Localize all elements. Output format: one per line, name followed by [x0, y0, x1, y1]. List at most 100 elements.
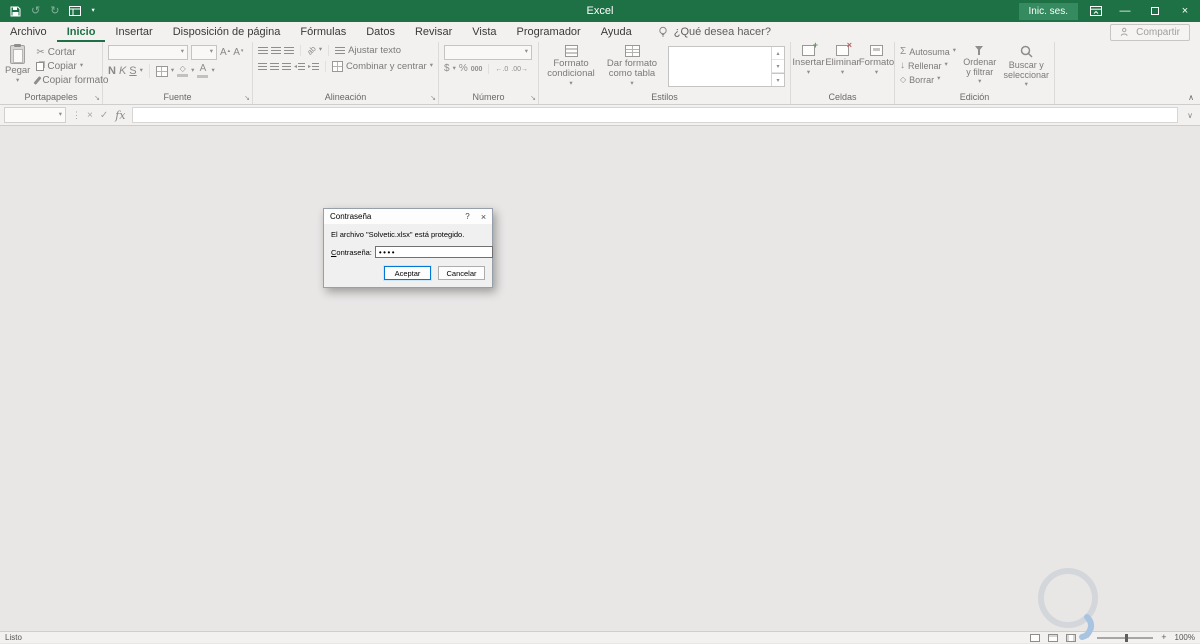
alignment-dialog-launcher-icon[interactable]: ↘ [430, 95, 436, 102]
share-button[interactable]: Compartir [1110, 23, 1190, 41]
align-top-icon[interactable] [258, 47, 268, 54]
dropdown-icon: ▾ [937, 75, 941, 83]
format-cells-button[interactable]: Formato ▾ [859, 45, 894, 90]
font-name-select[interactable]: ▾ [108, 45, 188, 60]
customize-quick-access-icon[interactable]: ▾ [91, 7, 94, 15]
fill-button[interactable]: ↓ Rellenar ▾ [900, 59, 956, 72]
dropdown-icon: ▾ [840, 69, 845, 76]
number-dialog-launcher-icon[interactable]: ↘ [530, 95, 536, 102]
font-dialog-launcher-icon[interactable]: ↘ [244, 95, 250, 102]
ribbon-display-options-icon[interactable] [1090, 6, 1102, 16]
tab-vista[interactable]: Vista [462, 22, 506, 42]
share-label: Compartir [1136, 26, 1180, 38]
maximize-button[interactable] [1140, 0, 1170, 22]
accept-button[interactable]: Aceptar [384, 266, 431, 280]
currency-icon[interactable]: $ [444, 64, 450, 74]
formula-input[interactable] [131, 107, 1179, 123]
password-input[interactable] [374, 246, 493, 258]
decrease-indent-icon[interactable]: ◂ [294, 63, 306, 70]
increase-decimal-icon[interactable]: ←.0 [495, 66, 508, 73]
orientation-icon[interactable]: ab [305, 44, 318, 57]
clipboard-dialog-launcher-icon[interactable]: ↘ [94, 95, 100, 102]
autosum-button[interactable]: Σ Autosuma ▾ [900, 45, 956, 58]
cells-group-label: Celdas [828, 92, 857, 102]
decrease-decimal-icon[interactable]: .00→ [511, 66, 528, 73]
increase-font-size-button[interactable]: A ▴ [220, 47, 230, 58]
tab-ayuda[interactable]: Ayuda [591, 22, 642, 42]
italic-button[interactable]: K [119, 65, 126, 77]
align-middle-icon[interactable] [271, 47, 281, 54]
cut-button[interactable]: ✂ Cortar [36, 46, 108, 59]
insert-label: Insertar [792, 57, 825, 68]
undo-icon[interactable]: ↺ [31, 5, 40, 17]
tab-datos[interactable]: Datos [356, 22, 405, 42]
font-group: ▾ ▾ A ▴ A ▾ N K S ▾ ▾ ◇ ▾ A ▾ Fuente ↘ [103, 42, 253, 104]
align-left-icon[interactable] [258, 63, 267, 70]
sign-in-button[interactable]: Inic. ses. [1018, 2, 1078, 20]
cancel-formula-icon[interactable]: × [87, 110, 93, 121]
find-select-button[interactable]: Buscar y seleccionar ▾ [1003, 45, 1049, 90]
dialog-help-button[interactable]: ? [460, 212, 475, 221]
gallery-up-icon[interactable]: ▴ [772, 47, 784, 60]
align-center-icon[interactable] [270, 63, 279, 70]
zoom-in-button[interactable]: + [1161, 633, 1166, 642]
collapse-ribbon-icon[interactable]: ∧ [1188, 93, 1194, 102]
align-bottom-icon[interactable] [284, 47, 294, 54]
gallery-more-icon[interactable]: ▾ [772, 73, 784, 86]
minimize-button[interactable]: — [1110, 0, 1140, 22]
decrease-font-size-button[interactable]: A ▾ [233, 47, 243, 58]
tab-inicio[interactable]: Inicio [57, 22, 106, 42]
tab-formulas[interactable]: Fórmulas [290, 22, 356, 42]
merge-center-button[interactable]: Combinar y centrar [346, 61, 427, 72]
insert-cells-button[interactable]: Insertar ▾ [792, 40, 825, 90]
enter-formula-icon[interactable]: ✓ [100, 110, 108, 121]
workbook-icon[interactable] [69, 6, 82, 16]
comma-style-icon[interactable]: 000 [471, 66, 483, 73]
tab-programador[interactable]: Programador [507, 22, 591, 42]
delete-cells-button[interactable]: Eliminar ▾ [825, 40, 860, 90]
wrap-text-button[interactable]: Ajustar texto [348, 45, 401, 56]
zoom-slider[interactable] [1097, 633, 1154, 642]
cancel-button[interactable]: Cancelar [438, 266, 485, 280]
close-button[interactable]: × [1170, 0, 1200, 22]
dialog-titlebar[interactable]: Contraseña ? × [324, 209, 492, 224]
font-color-icon[interactable]: A [197, 64, 209, 78]
increase-indent-icon[interactable]: ▸ [308, 63, 320, 70]
tab-revisar[interactable]: Revisar [405, 22, 462, 42]
fill-color-icon[interactable]: ◇ [177, 65, 189, 77]
bold-button[interactable]: N [108, 65, 116, 77]
tab-archivo[interactable]: Archivo [0, 22, 57, 42]
conditional-formatting-button[interactable]: Formato condicional ▾ [544, 45, 598, 90]
eraser-icon: ◇ [900, 74, 907, 84]
copy-button[interactable]: Copiar ▾ [36, 60, 108, 73]
number-format-select[interactable]: ▾ [444, 45, 532, 60]
formula-bar-handle-icon[interactable]: ⋮ [72, 110, 81, 121]
zoom-slider-thumb[interactable] [1125, 633, 1129, 642]
quick-access-toolbar: ↺ ↻ ▾ [0, 5, 95, 17]
sort-filter-button[interactable]: Ordenar y filtrar ▾ [960, 45, 999, 90]
paste-button[interactable]: Pegar ▾ [5, 44, 30, 90]
delete-label: Eliminar [825, 57, 860, 68]
zoom-percentage[interactable]: 100% [1175, 633, 1195, 642]
dialog-close-icon[interactable]: × [475, 212, 492, 222]
format-as-table-button[interactable]: Dar formato como tabla ▾ [603, 45, 661, 90]
align-right-icon[interactable] [282, 63, 291, 70]
tab-disposicion[interactable]: Disposición de página [163, 22, 291, 42]
tell-me-box[interactable]: ¿Qué desea hacer? [658, 22, 771, 42]
format-painter-button[interactable]: Copiar formato [33, 74, 109, 87]
tab-insertar[interactable]: Insertar [105, 22, 162, 42]
font-size-select[interactable]: ▾ [191, 45, 217, 60]
format-as-table-label: Dar formato como tabla [606, 58, 658, 79]
gallery-down-icon[interactable]: ▾ [772, 60, 784, 73]
name-box[interactable]: ▾ [4, 107, 66, 123]
cell-styles-gallery-viewport [669, 47, 771, 86]
save-icon[interactable] [10, 6, 21, 17]
percent-icon[interactable]: % [459, 64, 468, 74]
clear-button[interactable]: ◇ Borrar ▾ [900, 73, 956, 86]
cell-styles-gallery[interactable]: ▴ ▾ ▾ [668, 46, 785, 87]
expand-formula-bar-icon[interactable]: ∨ [1184, 111, 1196, 120]
underline-button[interactable]: S [129, 65, 136, 77]
redo-icon[interactable]: ↻ [50, 5, 59, 17]
insert-function-icon[interactable]: fx [115, 109, 125, 122]
borders-icon[interactable] [155, 65, 168, 77]
